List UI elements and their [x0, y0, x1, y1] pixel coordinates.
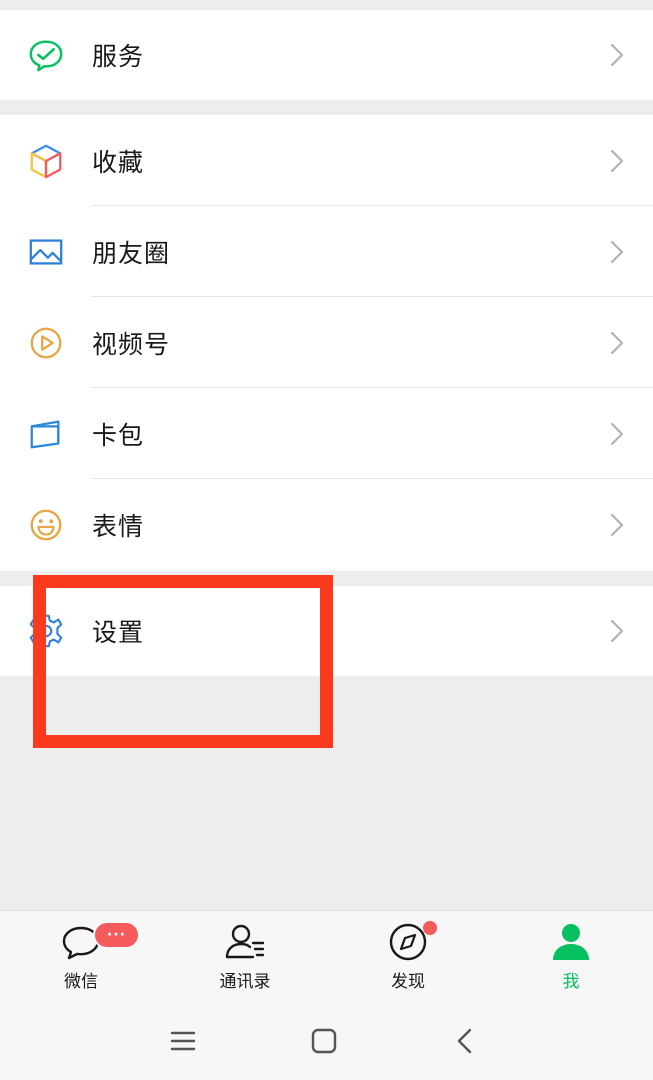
- chevron-right-icon: [609, 148, 625, 174]
- menu-item-channels[interactable]: 视频号: [0, 297, 653, 388]
- chevron-right-icon: [609, 42, 625, 68]
- menu-item-moments[interactable]: 朋友圈: [0, 206, 653, 297]
- menu-item-service[interactable]: 服务: [0, 10, 653, 100]
- me-page: 服务 收藏 朋友圈 视频号 卡包 表情 设置 微信 通讯录 发现 我 ···: [0, 0, 653, 1080]
- home-icon[interactable]: [309, 1026, 339, 1056]
- tab-contacts-label: 通讯录: [219, 972, 271, 992]
- menu-icon[interactable]: [168, 1026, 198, 1056]
- wechat-pay-icon: [26, 35, 66, 75]
- menu-item-service-label: 服务: [92, 42, 145, 71]
- channels-play-icon: [26, 323, 66, 363]
- chevron-right-icon: [609, 330, 625, 356]
- menu-item-moments-label: 朋友圈: [92, 238, 171, 268]
- card-wallet-icon: [26, 414, 66, 454]
- chevron-right-icon: [609, 512, 625, 538]
- favorites-cube-icon: [26, 141, 66, 181]
- moments-image-icon: [26, 232, 66, 272]
- menu-item-channels-label: 视频号: [92, 329, 171, 359]
- discover-notification-dot: [423, 921, 437, 935]
- back-icon[interactable]: [450, 1026, 480, 1056]
- sticker-smile-icon: [26, 505, 66, 545]
- tab-me-label: 我: [562, 972, 580, 992]
- chevron-right-icon: [609, 421, 625, 447]
- tab-discover[interactable]: 发现: [353, 911, 463, 1003]
- tab-contacts[interactable]: 通讯录: [190, 911, 300, 1003]
- chevron-right-icon: [609, 618, 625, 644]
- highlight-box: [33, 575, 333, 748]
- person-icon: [549, 921, 593, 963]
- tab-me[interactable]: 我: [516, 911, 626, 1003]
- menu-item-cards[interactable]: 卡包: [0, 388, 653, 479]
- service-group: 服务: [0, 10, 653, 100]
- features-group: 收藏 朋友圈 视频号 卡包 表情: [0, 115, 653, 571]
- menu-item-favorites-label: 收藏: [92, 147, 145, 177]
- chevron-right-icon: [609, 239, 625, 265]
- tab-chats-label: 微信: [64, 972, 98, 992]
- contacts-icon: [223, 921, 267, 963]
- menu-item-stickers[interactable]: 表情: [0, 479, 653, 570]
- chat-unread-badge: ···: [93, 921, 140, 949]
- tab-discover-label: 发现: [391, 972, 425, 992]
- menu-item-favorites[interactable]: 收藏: [0, 115, 653, 206]
- menu-item-stickers-label: 表情: [92, 511, 145, 541]
- system-nav-bar: [0, 1002, 653, 1080]
- menu-item-cards-label: 卡包: [92, 420, 145, 450]
